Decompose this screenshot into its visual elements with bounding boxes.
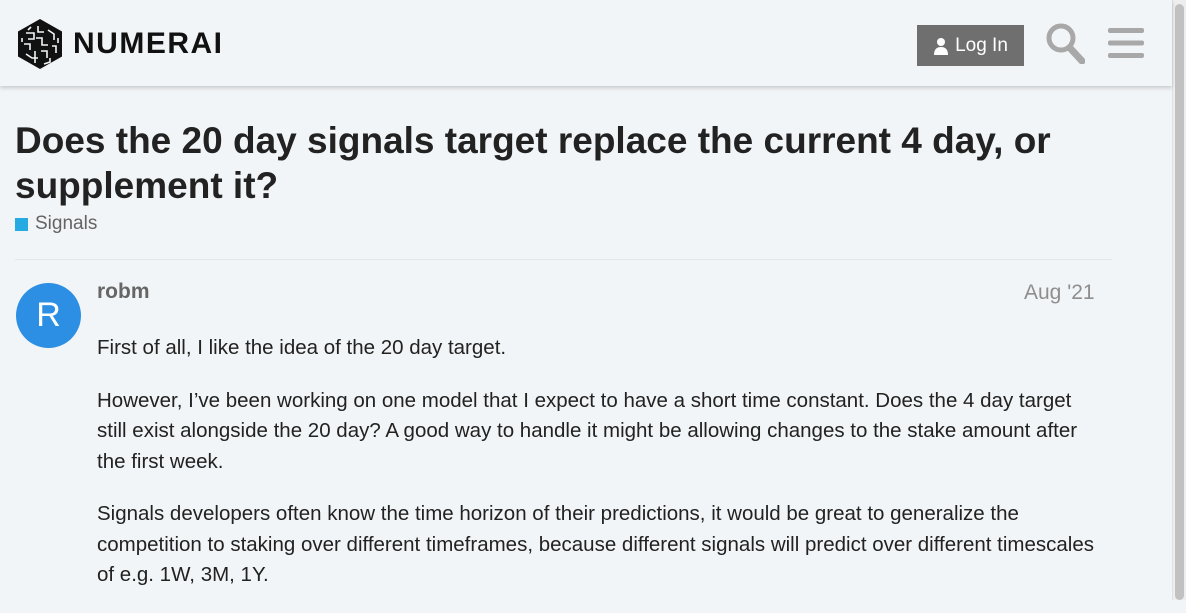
search-icon[interactable] [1045, 22, 1085, 64]
category-color-swatch [15, 217, 28, 231]
login-label: Log In [955, 34, 1008, 56]
topic-divider [15, 259, 1112, 260]
numerai-logo-icon [18, 19, 62, 69]
post-paragraph: However, I’ve been working on one model … [97, 388, 1078, 473]
site-logo[interactable]: NUMERAI [16, 18, 224, 70]
post-date[interactable]: Aug '21 [1024, 281, 1095, 305]
category-label: Signals [35, 213, 98, 234]
page-scrollbar[interactable] [1172, 0, 1186, 600]
post-username[interactable]: robm [97, 280, 150, 304]
scrollbar-thumb[interactable] [1175, 4, 1184, 600]
topic-title[interactable]: Does the 20 day signals target replace t… [15, 118, 1075, 208]
post-paragraph: First of all, I like the idea of the 20 … [97, 336, 507, 359]
site-header: NUMERAI Log In [0, 0, 1172, 86]
hamburger-menu-icon[interactable] [1108, 27, 1144, 59]
category-badge[interactable]: Signals [15, 213, 97, 235]
user-icon [934, 37, 949, 55]
post-paragraph: Signals developers often know the time h… [97, 502, 1095, 586]
logo-wordmark: NUMERAI [73, 27, 224, 60]
post-body: First of all, I like the idea of the 20 … [97, 333, 1097, 613]
login-button[interactable]: Log In [917, 25, 1024, 66]
avatar[interactable]: R [16, 283, 81, 348]
